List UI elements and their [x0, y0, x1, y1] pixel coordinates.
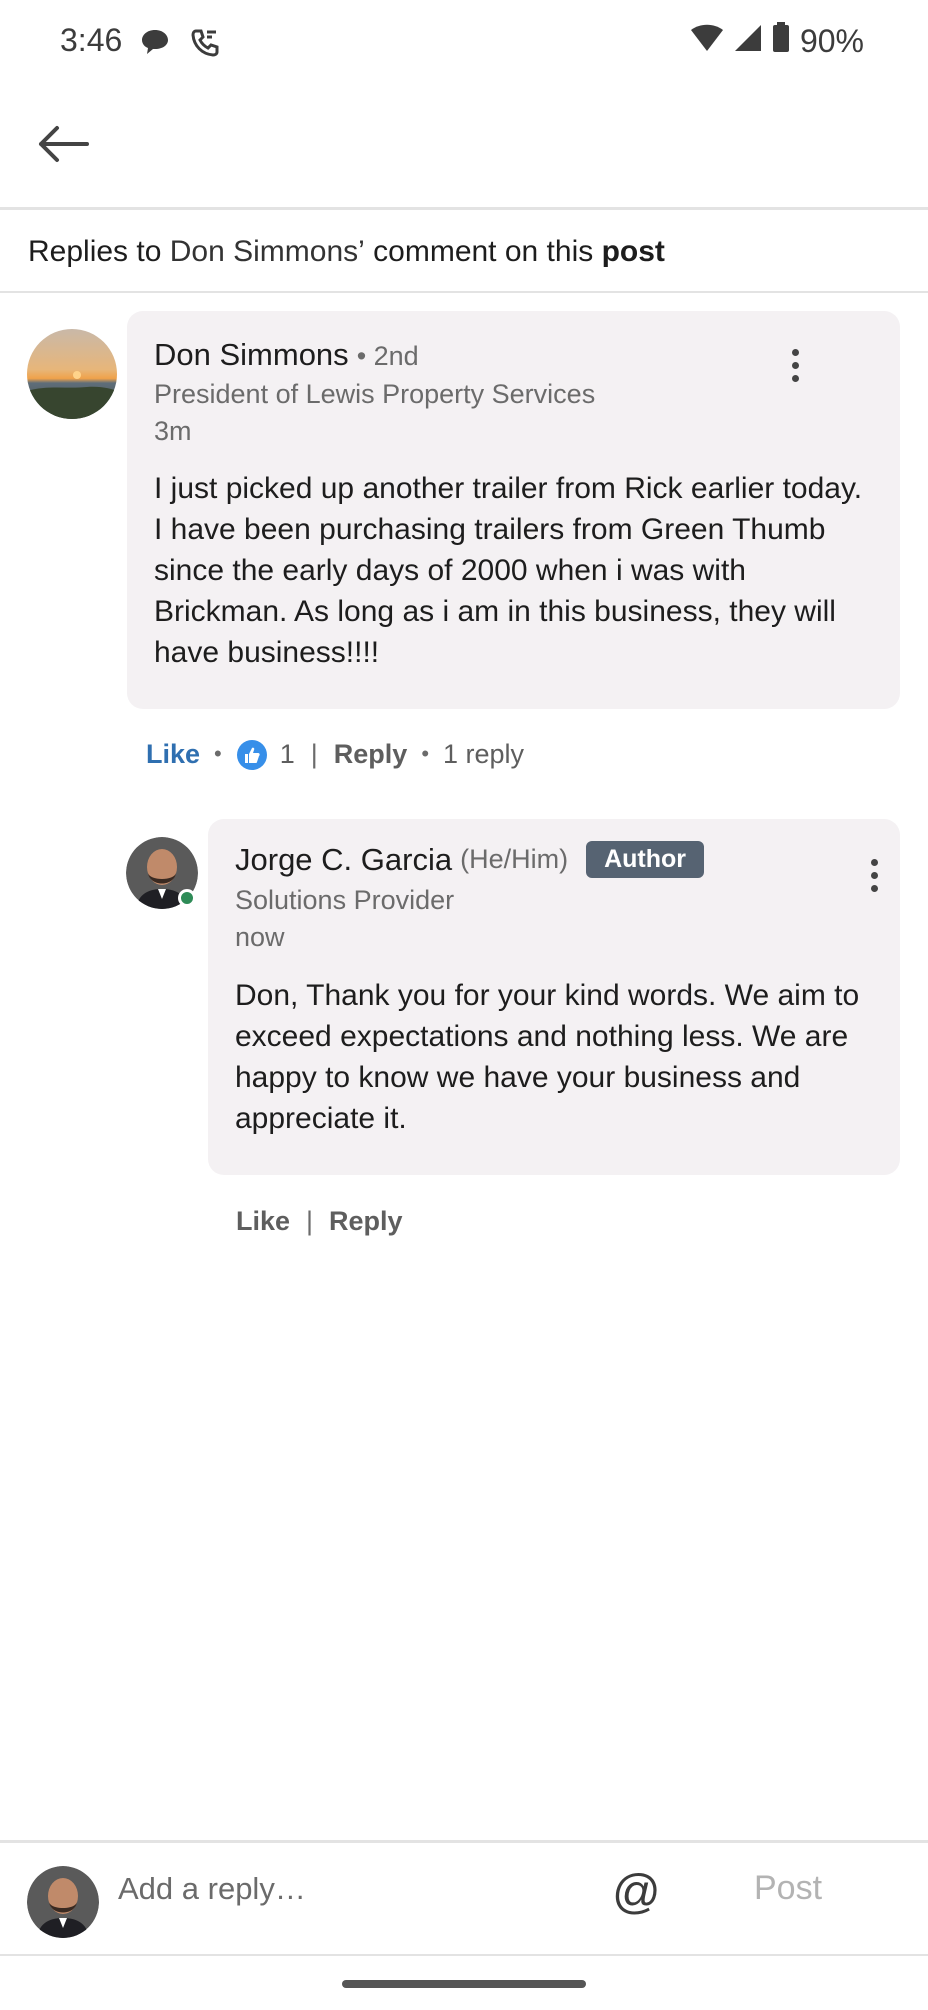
- replier-pronouns: (He/Him): [460, 844, 569, 874]
- chat-bubble-icon: [140, 28, 170, 63]
- current-user-avatar: [27, 1866, 99, 1938]
- subheader-prefix: Replies to: [28, 235, 170, 268]
- reaction-count[interactable]: 1: [280, 739, 295, 770]
- home-indicator[interactable]: [342, 1980, 586, 1988]
- phone-call-icon: [190, 28, 220, 63]
- reply-text: Don, Thank you for your kind words. We a…: [235, 979, 860, 1135]
- mention-button[interactable]: @: [612, 1865, 661, 1920]
- status-time: 3:46: [60, 22, 123, 58]
- battery-icon: [772, 22, 790, 60]
- comment-bubble: Don Simmons • 2nd President of Lewis Pro…: [127, 311, 900, 709]
- subheader-commenter-link[interactable]: Don Simmons’: [170, 235, 365, 269]
- comment-timestamp: 3m: [154, 416, 192, 446]
- replier-name[interactable]: Jorge C. Garcia: [235, 842, 452, 878]
- wifi-icon: [690, 23, 724, 60]
- reply-count[interactable]: 1 reply: [443, 739, 524, 770]
- arrow-left-icon: [37, 124, 89, 169]
- replier-avatar[interactable]: [126, 837, 198, 909]
- reply-more-options-icon[interactable]: [854, 845, 894, 905]
- comment-more-options-icon[interactable]: [775, 335, 815, 395]
- author-badge: Author: [586, 841, 704, 878]
- reply-input[interactable]: Add a reply…: [118, 1871, 306, 1907]
- reply-actions: Like | Reply: [236, 1206, 403, 1237]
- reply-like-button[interactable]: Like: [236, 1206, 290, 1237]
- commenter-avatar[interactable]: [27, 329, 117, 419]
- reply-bubble: Jorge C. Garcia (He/Him) Author Solution…: [208, 819, 900, 1175]
- system-indicators: 90%: [690, 22, 864, 60]
- comment-like-button[interactable]: Like: [146, 739, 200, 770]
- like-reaction-icon[interactable]: [236, 738, 268, 771]
- subheader-middle: comment on this: [364, 235, 602, 268]
- connection-degree: • 2nd: [356, 341, 419, 371]
- replies-subheader: Replies to Don Simmons’ comment on this …: [0, 213, 928, 293]
- status-bar: 3:46 90%: [0, 0, 928, 86]
- subheader-post-link[interactable]: post: [602, 235, 665, 269]
- back-button[interactable]: [28, 116, 98, 176]
- app-bar: [0, 86, 928, 210]
- comment-reply-button[interactable]: Reply: [334, 739, 408, 770]
- online-status-indicator: [178, 889, 196, 907]
- replier-headline: Solutions Provider: [235, 885, 455, 915]
- signal-icon: [734, 23, 762, 60]
- reply-timestamp: now: [235, 922, 285, 952]
- reply-composer: Add a reply… @ Post: [0, 1840, 928, 1956]
- commenter-headline: President of Lewis Property Services: [154, 379, 596, 409]
- commenter-name[interactable]: Don Simmons: [154, 337, 349, 373]
- notification-icons: [140, 28, 220, 63]
- post-button[interactable]: Post: [754, 1869, 822, 1908]
- comment-text: I just picked up another trailer from Ri…: [154, 472, 863, 669]
- battery-percent: 90%: [799, 22, 864, 59]
- reply-reply-button[interactable]: Reply: [329, 1206, 403, 1237]
- comment-actions: Like • 1 | Reply • 1 reply: [146, 738, 525, 771]
